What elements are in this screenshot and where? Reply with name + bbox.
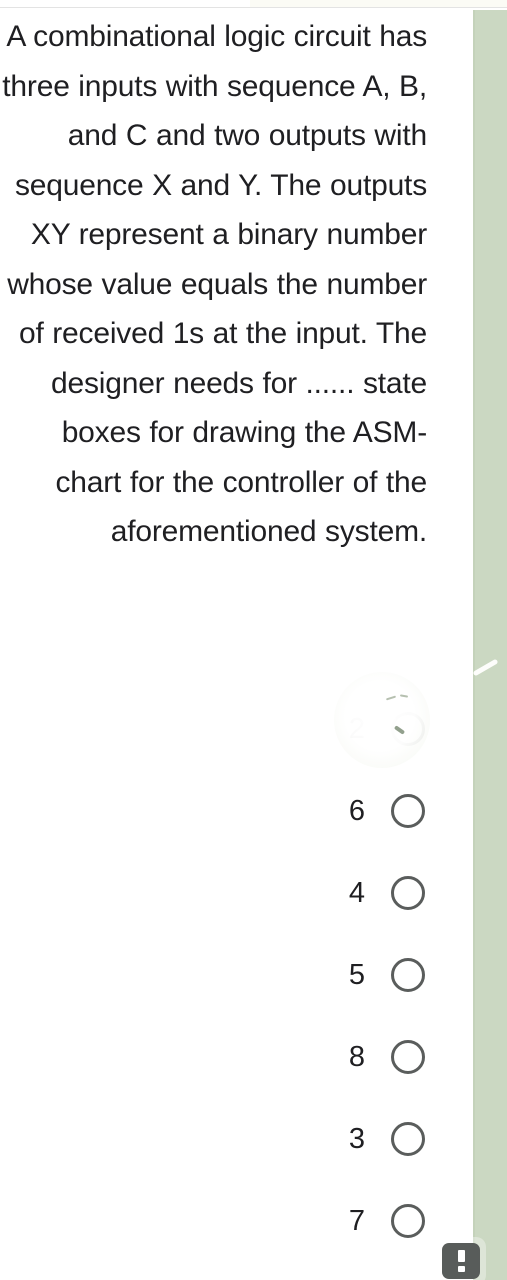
- option-row[interactable]: 8: [0, 1016, 427, 1098]
- radio-button[interactable]: [391, 958, 425, 992]
- option-label: 2: [348, 712, 365, 745]
- option-label: 8: [348, 1040, 365, 1073]
- exclamation-icon: [457, 1250, 465, 1272]
- radio-button[interactable]: [391, 794, 425, 828]
- question-text: A combinational logic circuit has three …: [0, 12, 427, 557]
- option-row[interactable]: 6: [0, 770, 427, 852]
- green-margin-panel-edge: [473, 10, 475, 1280]
- option-row[interactable]: 7: [0, 1180, 427, 1262]
- options-list[interactable]: 2 6 4 5 8 3 7: [0, 688, 427, 1262]
- radio-button[interactable]: [391, 1122, 425, 1156]
- question-screen: A combinational logic circuit has three …: [0, 0, 507, 1280]
- radio-button[interactable]: [391, 712, 425, 746]
- option-row[interactable]: 5: [0, 934, 427, 1016]
- question-text-content: A combinational logic circuit has three …: [2, 20, 427, 548]
- option-row[interactable]: 2: [0, 688, 427, 770]
- option-label: 5: [348, 958, 365, 991]
- report-question-button[interactable]: [442, 1243, 480, 1279]
- option-row[interactable]: 3: [0, 1098, 427, 1180]
- top-tint-strip: [250, 0, 507, 7]
- green-margin-panel: [473, 10, 507, 1280]
- option-label: 6: [348, 794, 365, 827]
- radio-button[interactable]: [391, 876, 425, 910]
- top-divider-rule: [0, 7, 507, 8]
- option-label: 7: [348, 1204, 365, 1237]
- option-label: 3: [348, 1122, 365, 1155]
- radio-button[interactable]: [391, 1040, 425, 1074]
- radio-button[interactable]: [391, 1204, 425, 1238]
- option-label: 4: [348, 876, 365, 909]
- option-row[interactable]: 4: [0, 852, 427, 934]
